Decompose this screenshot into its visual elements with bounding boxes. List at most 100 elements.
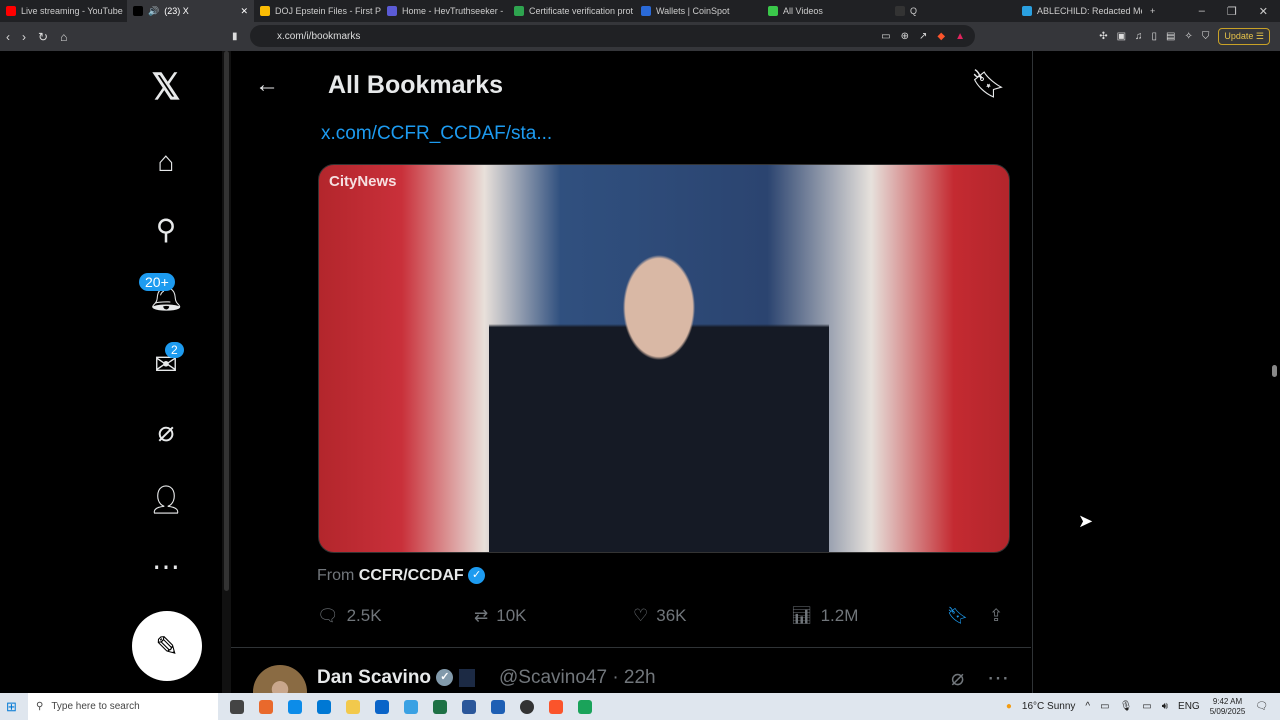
brave-shield-icon[interactable]: ◆: [937, 31, 945, 42]
browser-tab[interactable]: Q: [889, 0, 1016, 22]
profile-icon[interactable]: 👤︎: [148, 481, 184, 517]
explore-search-icon[interactable]: ⚲: [148, 211, 184, 247]
excel-icon[interactable]: [433, 699, 447, 714]
reload-icon[interactable]: ↻: [38, 30, 48, 44]
notifications-badge: 20+: [139, 273, 175, 291]
sidebar-scrollbar[interactable]: [222, 51, 231, 693]
bookmark-page-icon[interactable]: ▮: [232, 31, 238, 42]
tab-favicon-icon: [387, 6, 397, 16]
obs-icon[interactable]: [520, 699, 534, 714]
share-button[interactable]: ⇪: [989, 606, 1003, 626]
verified-badge-icon: ✓: [436, 669, 454, 687]
restore-icon[interactable]: ❐: [1227, 5, 1237, 18]
minimize-icon[interactable]: –: [1199, 5, 1205, 18]
source-account-link[interactable]: CCFR/CCDAF: [359, 567, 464, 584]
zoom-icon[interactable]: ⊕: [901, 31, 909, 42]
grok-icon[interactable]: ⌀: [148, 413, 184, 449]
reply-icon: 🗨︎: [317, 606, 339, 625]
url-field[interactable]: x.com/i/bookmarks ▭ ⊕ ↗ ◆ ▲: [250, 25, 975, 47]
home-nav-icon[interactable]: ⌂: [148, 144, 184, 180]
browser-tab[interactable]: All Videos: [762, 0, 889, 22]
browser-tab[interactable]: Wallets | CoinSpot: [635, 0, 762, 22]
word-icon[interactable]: [491, 699, 505, 714]
taskbar-search[interactable]: ⚲ Type here to search: [28, 693, 218, 720]
tray-chevron-icon[interactable]: ^: [1085, 701, 1090, 712]
back-arrow-icon[interactable]: ←: [255, 71, 279, 99]
browser-tab[interactable]: Live streaming - YouTube: [0, 0, 127, 22]
video-watermark: CityNews: [329, 173, 397, 190]
weather-text[interactable]: 16°C Sunny: [1022, 701, 1075, 712]
new-tab-button[interactable]: +: [1142, 6, 1163, 16]
avatar[interactable]: [253, 665, 307, 693]
brave-rewards-icon[interactable]: ▲: [955, 31, 965, 42]
media-icon[interactable]: ♫: [1135, 31, 1143, 42]
more-options-icon[interactable]: ⋯: [987, 665, 1009, 691]
update-button[interactable]: Update ☰: [1218, 28, 1270, 45]
store-icon[interactable]: [317, 699, 331, 714]
x-sidebar: 𝕏 ⌂ ⚲ 🔔︎ 20+ ✉ 2 ⌀ 👤︎ ⋯ ✎: [0, 51, 222, 693]
compose-post-button[interactable]: ✎: [132, 611, 202, 681]
copilot-icon[interactable]: [259, 699, 273, 714]
leo-icon[interactable]: ✧: [1185, 31, 1193, 42]
tab-favicon-icon: [768, 6, 778, 16]
tweet[interactable]: Dan Scavino ✓ @Scavino47 · 22h ⌀ ⋯: [231, 663, 1031, 693]
browser-tab[interactable]: 🔊 (23) X ✕: [127, 0, 254, 22]
cast-icon[interactable]: ▭: [881, 31, 890, 42]
tab-favicon-icon: [895, 6, 905, 16]
microphone-icon[interactable]: 🎙︎: [1120, 701, 1133, 712]
back-icon[interactable]: ‹: [6, 30, 10, 44]
bookmark-button[interactable]: 🔖︎: [947, 606, 969, 626]
more-icon[interactable]: ⋯: [148, 548, 184, 584]
notifications-icon[interactable]: 🗨︎: [1255, 701, 1268, 712]
tweet-link[interactable]: x.com/CCFR_CCDAF/sta...: [321, 123, 552, 145]
url-text[interactable]: x.com/i/bookmarks: [277, 31, 360, 42]
clock[interactable]: 9:42 AM 5/09/2025: [1210, 697, 1246, 717]
wallet-icon[interactable]: ▤: [1166, 31, 1175, 42]
browser-tab[interactable]: ABLECHILD: Redacted Me: [1016, 0, 1142, 22]
browser-tab[interactable]: Home - HevTruthseeker -: [381, 0, 508, 22]
repost-button[interactable]: ⇄ 10K: [474, 606, 527, 626]
camera-icon[interactable]: ▭: [1100, 701, 1109, 712]
edge-icon[interactable]: [288, 699, 302, 714]
app-icon[interactable]: [578, 699, 592, 714]
windows-taskbar: ⊞ ⚲ Type here to search ● 16°C Sunny ^ ▭ …: [0, 693, 1280, 720]
affiliation-icon: [458, 668, 475, 687]
task-view-icon[interactable]: [230, 699, 244, 714]
author-name[interactable]: Dan Scavino ✓: [317, 667, 475, 689]
forward-icon[interactable]: ›: [22, 30, 26, 44]
views-button[interactable]: 📊︎ 1.2M: [791, 606, 858, 626]
add-bookmark-folder-icon[interactable]: 🔖︎: [970, 67, 1006, 100]
reader-icon[interactable]: ▣: [1117, 31, 1126, 42]
windows-start-icon[interactable]: ⊞: [6, 699, 17, 715]
vpn-icon[interactable]: ⛉: [1202, 31, 1210, 42]
tab-title: Live streaming - YouTube: [21, 6, 123, 16]
like-button[interactable]: ♡ 36K: [633, 606, 687, 626]
extensions-icon[interactable]: ✣: [1099, 31, 1107, 42]
volume-icon[interactable]: 🔊︎: [1162, 701, 1168, 712]
network-icon[interactable]: ▭: [1142, 701, 1151, 712]
chrome-icon[interactable]: [404, 699, 418, 714]
browser-tab[interactable]: Certificate verification prot: [508, 0, 635, 22]
outlook-icon[interactable]: [375, 699, 389, 714]
share-icon[interactable]: ↗: [919, 31, 927, 42]
audio-icon[interactable]: 🔊: [148, 6, 159, 17]
x-logo-icon[interactable]: 𝕏: [148, 66, 184, 107]
close-tab-icon[interactable]: ✕: [240, 6, 248, 17]
browser-tab[interactable]: DOJ Epstein Files - First Ph: [254, 0, 381, 22]
tab-title: Home - HevTruthseeker -: [402, 6, 504, 16]
like-count: 36K: [656, 606, 687, 625]
app-icon[interactable]: [462, 699, 476, 714]
home-icon[interactable]: ⌂: [60, 30, 67, 44]
language-indicator[interactable]: ENG: [1178, 701, 1200, 712]
file-explorer-icon[interactable]: [346, 699, 360, 714]
brave-icon[interactable]: [549, 699, 563, 714]
close-window-icon[interactable]: ✕: [1259, 5, 1268, 18]
weather-icon[interactable]: ●: [1006, 701, 1012, 712]
reply-button[interactable]: 🗨︎ 2.5K: [317, 606, 382, 626]
grok-icon[interactable]: ⌀: [951, 665, 964, 691]
mouse-cursor-icon: ➤: [1078, 511, 1094, 531]
tweet-video[interactable]: CityNews: [318, 164, 1010, 553]
sidebar-toggle-icon[interactable]: ▯: [1152, 31, 1158, 42]
author-handle[interactable]: @Scavino47 · 22h: [499, 667, 656, 689]
page-scrollbar[interactable]: [1268, 51, 1280, 693]
